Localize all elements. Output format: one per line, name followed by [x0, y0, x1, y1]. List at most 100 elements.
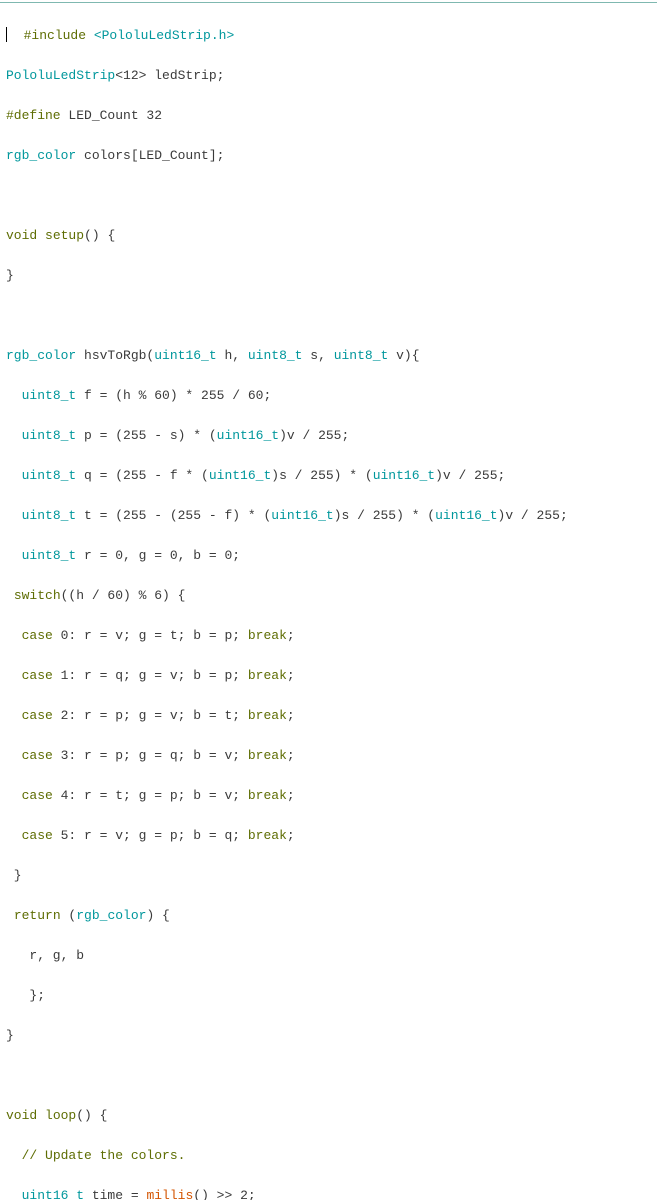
type-name: uint8_t	[22, 508, 77, 523]
code-line[interactable]: uint8_t p = (255 - s) * (uint16_t)v / 25…	[6, 426, 657, 446]
code-text	[37, 1108, 45, 1123]
code-text	[8, 28, 24, 43]
code-text: ((h / 60) % 6) {	[61, 588, 186, 603]
blank-line[interactable]	[6, 186, 657, 206]
code-line[interactable]: case 2: r = p; g = v; b = t; break;	[6, 706, 657, 726]
function-name: loop	[45, 1108, 76, 1123]
code-text	[6, 508, 22, 523]
code-line[interactable]: #include <PololuLedStrip.h>	[6, 26, 657, 46]
code-text: )s / 255) * (	[334, 508, 435, 523]
function-name: setup	[45, 228, 84, 243]
code-line[interactable]: PololuLedStrip<12> ledStrip;	[6, 66, 657, 86]
code-text: ;	[287, 828, 295, 843]
code-line[interactable]: return (rgb_color) {	[6, 906, 657, 926]
keyword: case	[22, 708, 53, 723]
builtin-call: millis	[146, 1188, 193, 1200]
code-line[interactable]: uint8_t r = 0, g = 0, b = 0;	[6, 546, 657, 566]
code-text: () >> 2;	[193, 1188, 255, 1200]
keyword: break	[248, 828, 287, 843]
code-text	[6, 548, 22, 563]
keyword: void	[6, 1108, 37, 1123]
code-line[interactable]: rgb_color colors[LED_Count];	[6, 146, 657, 166]
text-cursor	[6, 27, 7, 42]
code-line[interactable]: void setup() {	[6, 226, 657, 246]
code-text: )v / 255;	[435, 468, 505, 483]
code-line[interactable]: uint16_t time = millis() >> 2;	[6, 1186, 657, 1200]
type-name: rgb_color	[6, 148, 76, 163]
code-line[interactable]: void loop() {	[6, 1106, 657, 1126]
preprocessor: #include	[24, 28, 94, 43]
code-text: ) {	[146, 908, 169, 923]
comment: // Update the colors.	[22, 1148, 186, 1163]
code-text	[6, 668, 22, 683]
code-text	[6, 428, 22, 443]
code-line[interactable]: uint8_t t = (255 - (255 - f) * (uint16_t…	[6, 506, 657, 526]
code-text	[37, 228, 45, 243]
code-line[interactable]: uint8_t f = (h % 60) * 255 / 60;	[6, 386, 657, 406]
type-name: uint16_t	[271, 508, 333, 523]
type-name: uint8_t	[22, 548, 77, 563]
type-name: PololuLedStrip	[6, 68, 115, 83]
code-text: }	[6, 1028, 14, 1043]
code-line[interactable]: case 4: r = t; g = p; b = v; break;	[6, 786, 657, 806]
code-text: f = (h % 60) * 255 / 60;	[76, 388, 271, 403]
code-text	[6, 588, 14, 603]
code-text: 2: r = p; g = v; b = t;	[53, 708, 248, 723]
code-text: colors[LED_Count];	[76, 148, 224, 163]
preprocessor: #define	[6, 108, 61, 123]
keyword: switch	[14, 588, 61, 603]
code-line[interactable]: }	[6, 866, 657, 886]
code-line[interactable]: };	[6, 986, 657, 1006]
code-text: }	[6, 868, 22, 883]
code-text: s,	[302, 348, 333, 363]
code-line[interactable]: case 1: r = q; g = v; b = p; break;	[6, 666, 657, 686]
code-text: r, g, b	[6, 948, 84, 963]
keyword: case	[22, 788, 53, 803]
code-editor[interactable]: #include <PololuLedStrip.h> PololuLedStr…	[0, 6, 657, 600]
blank-line[interactable]	[6, 306, 657, 326]
code-text	[6, 1188, 22, 1200]
type-name: uint16_t	[22, 1188, 84, 1200]
keyword: case	[22, 628, 53, 643]
keyword: case	[22, 668, 53, 683]
type-name: uint16_t	[373, 468, 435, 483]
code-line[interactable]: // Update the colors.	[6, 1146, 657, 1166]
code-text	[6, 628, 22, 643]
code-text	[6, 908, 14, 923]
code-text: ;	[287, 708, 295, 723]
keyword: break	[248, 628, 287, 643]
code-text: }	[6, 268, 14, 283]
type-name: uint8_t	[22, 388, 77, 403]
code-line[interactable]: case 0: r = v; g = t; b = p; break;	[6, 626, 657, 646]
blank-line[interactable]	[6, 1066, 657, 1086]
code-text	[6, 748, 22, 763]
code-line[interactable]: uint8_t q = (255 - f * (uint16_t)s / 255…	[6, 466, 657, 486]
code-text: (	[61, 908, 77, 923]
code-text: v){	[388, 348, 419, 363]
code-line[interactable]: rgb_color hsvToRgb(uint16_t h, uint8_t s…	[6, 346, 657, 366]
code-line[interactable]: case 5: r = v; g = p; b = q; break;	[6, 826, 657, 846]
code-line[interactable]: r, g, b	[6, 946, 657, 966]
code-line[interactable]: }	[6, 266, 657, 286]
code-text: () {	[76, 1108, 107, 1123]
code-line[interactable]: case 3: r = p; g = q; b = v; break;	[6, 746, 657, 766]
keyword: case	[22, 828, 53, 843]
type-name: uint8_t	[22, 468, 77, 483]
code-text: <12> ledStrip;	[115, 68, 224, 83]
editor-top-rule	[0, 2, 657, 3]
type-name: uint8_t	[248, 348, 303, 363]
code-text: 0: r = v; g = t; b = p;	[53, 628, 248, 643]
code-text: LED_Count 32	[61, 108, 162, 123]
code-text: p = (255 - s) * (	[76, 428, 216, 443]
code-line[interactable]: switch((h / 60) % 6) {	[6, 586, 657, 606]
code-line[interactable]: #define LED_Count 32	[6, 106, 657, 126]
keyword: break	[248, 748, 287, 763]
code-text: ;	[287, 748, 295, 763]
keyword: break	[248, 708, 287, 723]
code-line[interactable]: }	[6, 1026, 657, 1046]
code-text	[6, 788, 22, 803]
type-name: uint8_t	[22, 428, 77, 443]
code-text: t = (255 - (255 - f) * (	[76, 508, 271, 523]
type-name: uint16_t	[217, 428, 279, 443]
code-text: r = 0, g = 0, b = 0;	[76, 548, 240, 563]
